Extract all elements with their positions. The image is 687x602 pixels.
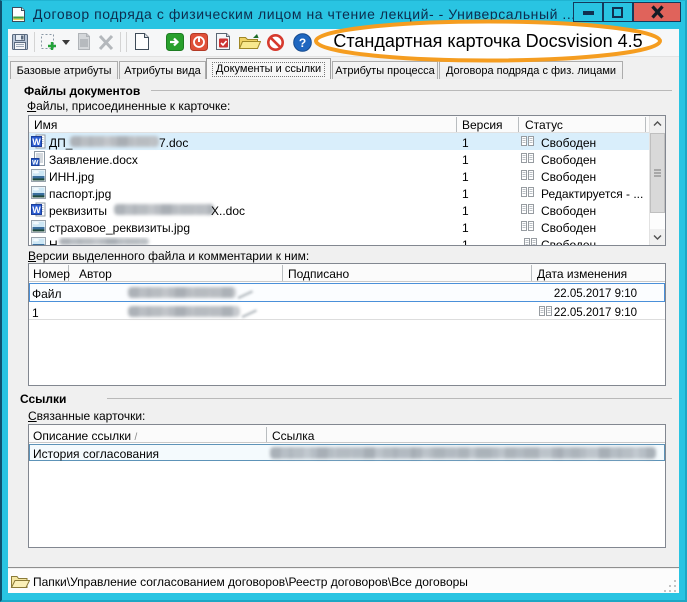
svg-text:?: ?	[299, 36, 306, 50]
svg-text:Стандартная карточка Docsvisio: Стандартная карточка Docsvision 4.5	[333, 31, 642, 51]
